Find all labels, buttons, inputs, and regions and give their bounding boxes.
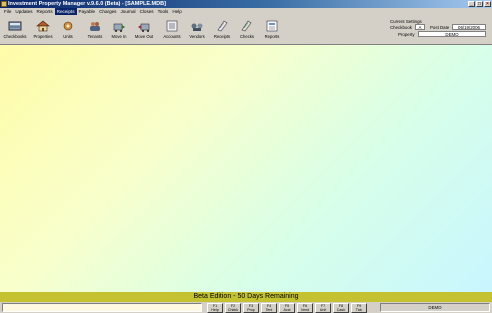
fkey-tickler-button[interactable]: F9 Tick xyxy=(351,303,367,313)
menu-bar: File Updates Reports Receipts Payable Ch… xyxy=(0,8,492,15)
menu-receipts[interactable]: Receipts xyxy=(54,8,77,15)
menu-closes[interactable]: Closes xyxy=(138,8,156,15)
title-bar: Investment Property Manager v.9.6.0 (Bet… xyxy=(0,0,492,8)
accounts-button[interactable]: Accounts xyxy=(160,17,184,43)
checkbook-field[interactable]: A xyxy=(415,24,425,30)
checkbook-label: Checkbook xyxy=(390,25,412,30)
post-date-field[interactable]: 06/19/2006 xyxy=(452,24,486,30)
accounts-label: Accounts xyxy=(163,34,181,39)
current-settings-panel: Current Settings Checkbook A Post Date 0… xyxy=(378,19,488,43)
status-property: DEMO xyxy=(380,303,490,312)
vendors-icon xyxy=(191,23,203,31)
reports-label: Reports xyxy=(264,34,280,39)
menu-file[interactable]: File xyxy=(2,8,13,15)
units-button[interactable]: Units xyxy=(58,17,78,43)
receipts-icon xyxy=(217,20,228,32)
toolbar: Checkbooks Properties Units Tenants Move… xyxy=(0,15,492,45)
tenants-button[interactable]: Tenants xyxy=(84,17,106,43)
units-label: Units xyxy=(63,34,73,39)
workspace xyxy=(0,45,492,292)
reports-icon xyxy=(266,20,278,32)
minimize-button[interactable]: _ xyxy=(468,1,475,7)
fkey-vendor-button[interactable]: F6 Vend xyxy=(297,303,313,313)
fkey-account-button[interactable]: F5 Acct xyxy=(279,303,295,313)
checks-button[interactable]: Checks xyxy=(236,17,258,43)
move-out-label: Move Out xyxy=(134,34,154,39)
tenants-icon xyxy=(90,22,100,31)
app-icon[interactable] xyxy=(1,1,7,7)
checks-icon xyxy=(241,20,252,32)
receipts-label: Receipts xyxy=(213,34,231,39)
checkbooks-button[interactable]: Checkbooks xyxy=(2,17,28,43)
fkey-property-button[interactable]: F3 Prop xyxy=(243,303,259,313)
status-message-panel xyxy=(2,303,202,312)
checkbooks-label: Checkbooks xyxy=(3,34,27,39)
post-date-label: Post Date xyxy=(430,25,450,30)
accounts-icon xyxy=(166,20,178,32)
vendors-label: Vendors xyxy=(189,34,205,39)
fkey-checkbook-button[interactable]: F2 Chkbk xyxy=(225,303,241,313)
properties-label: Properties xyxy=(33,34,53,39)
status-bar: F1 Help F2 Chkbk F3 Prop F4 Tent F5 Acct F6 Ve… xyxy=(0,302,492,313)
unit-icon xyxy=(63,21,73,31)
beta-banner: Beta Edition - 50 Days Remaining xyxy=(0,292,492,302)
fkey-cash-button[interactable]: F8 Cash xyxy=(333,303,349,313)
move-in-button[interactable]: Move In xyxy=(108,17,130,43)
vendors-button[interactable]: Vendors xyxy=(186,17,208,43)
close-button[interactable]: × xyxy=(484,1,491,7)
property-label: Property xyxy=(398,32,415,37)
menu-help[interactable]: Help xyxy=(170,8,183,15)
menu-payable[interactable]: Payable xyxy=(77,8,98,15)
move-out-icon xyxy=(138,23,150,32)
move-out-button[interactable]: Move Out xyxy=(132,17,156,43)
receipts-button[interactable]: Receipts xyxy=(210,17,234,43)
checks-label: Checks xyxy=(240,34,254,39)
window-title: Investment Property Manager v.9.6.0 (Bet… xyxy=(8,1,166,7)
tenants-label: Tenants xyxy=(87,34,103,39)
menu-tools[interactable]: Tools xyxy=(156,8,171,15)
move-in-icon xyxy=(113,23,125,32)
menu-journal[interactable]: Journal xyxy=(118,8,137,15)
fkey-help-button[interactable]: F1 Help xyxy=(207,303,223,313)
move-in-label: Move In xyxy=(111,34,127,39)
menu-updates[interactable]: Updates xyxy=(13,8,34,15)
property-field[interactable]: DEMO xyxy=(418,31,486,37)
menu-charges[interactable]: Charges xyxy=(97,8,118,15)
window-controls: _ □ × xyxy=(468,1,491,7)
fkey-tenant-button[interactable]: F4 Tent xyxy=(261,303,277,313)
fkey-unit-button[interactable]: F7 Unit xyxy=(315,303,331,313)
house-icon xyxy=(36,20,50,32)
checkbook-icon xyxy=(8,21,22,31)
menu-reports[interactable]: Reports xyxy=(35,8,55,15)
maximize-button[interactable]: □ xyxy=(476,1,483,7)
properties-button[interactable]: Properties xyxy=(30,17,56,43)
reports-button[interactable]: Reports xyxy=(260,17,284,43)
